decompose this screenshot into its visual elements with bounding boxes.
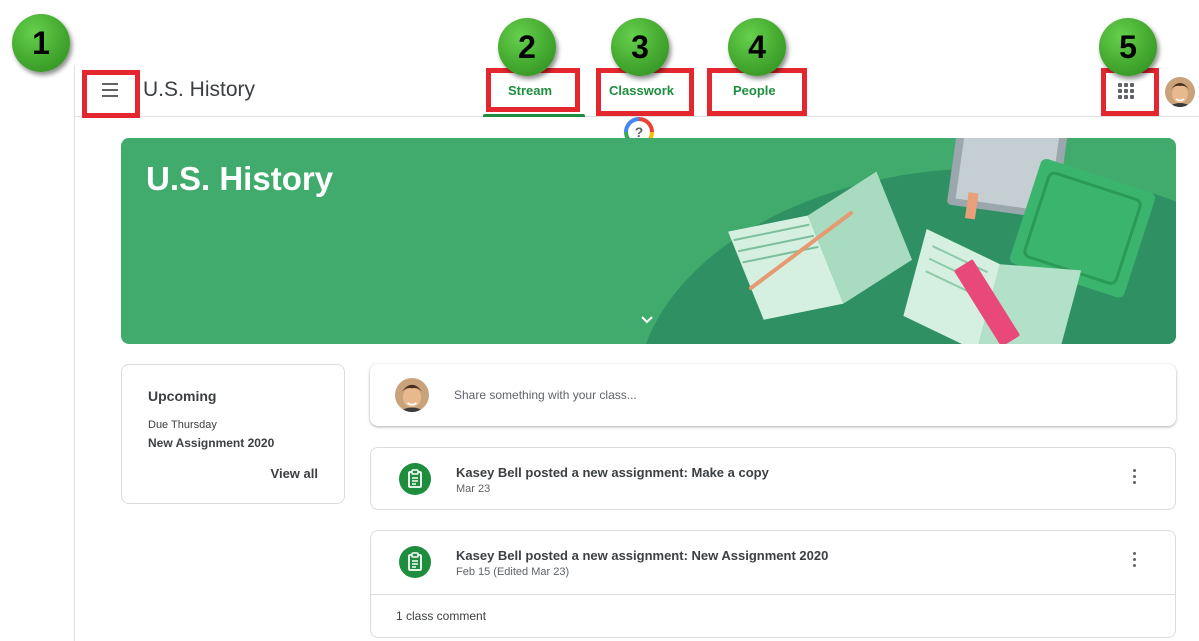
chevron-down-icon[interactable] (639, 314, 655, 326)
upcoming-title: Upcoming (148, 388, 217, 404)
class-title: U.S. History (143, 78, 256, 101)
more-vert-icon[interactable] (1128, 469, 1140, 489)
class-comments-link[interactable]: 1 class comment (396, 609, 486, 623)
callout-badge-3: 3 (611, 18, 669, 76)
view-all-link[interactable]: View all (271, 466, 318, 481)
callout-badge-2: 2 (498, 18, 556, 76)
class-banner: U.S. History (121, 138, 1176, 344)
callout-badge-1: 1 (12, 14, 70, 72)
stream-post[interactable]: Kasey Bell posted a new assignment: Make… (370, 447, 1176, 510)
post-date: Feb 15 (Edited Mar 23) (456, 566, 570, 578)
more-vert-icon[interactable] (1128, 552, 1140, 572)
account-avatar[interactable] (1165, 77, 1195, 107)
active-tab-indicator (483, 114, 585, 117)
upcoming-card: Upcoming Due Thursday New Assignment 202… (121, 364, 345, 504)
share-box[interactable]: Share something with your class... (370, 364, 1176, 426)
post-title[interactable]: Kasey Bell posted a new assignment: New … (456, 548, 828, 563)
page-edge (74, 65, 75, 641)
callout-badge-4: 4 (728, 18, 786, 76)
avatar (395, 378, 429, 412)
callout-box-1 (82, 70, 140, 118)
assignment-icon (399, 546, 431, 578)
upcoming-assignment-link[interactable]: New Assignment 2020 (148, 436, 274, 450)
banner-title: U.S. History (146, 160, 334, 197)
post-title[interactable]: Kasey Bell posted a new assignment: Make… (456, 465, 769, 480)
post-date: Mar 23 (456, 483, 491, 495)
share-input[interactable]: Share something with your class... (454, 388, 637, 402)
upcoming-due-label: Due Thursday (148, 419, 217, 431)
divider (371, 594, 1175, 595)
assignment-icon (399, 463, 431, 495)
callout-badge-5: 5 (1099, 18, 1157, 76)
stream-post[interactable]: Kasey Bell posted a new assignment: New … (370, 530, 1176, 638)
